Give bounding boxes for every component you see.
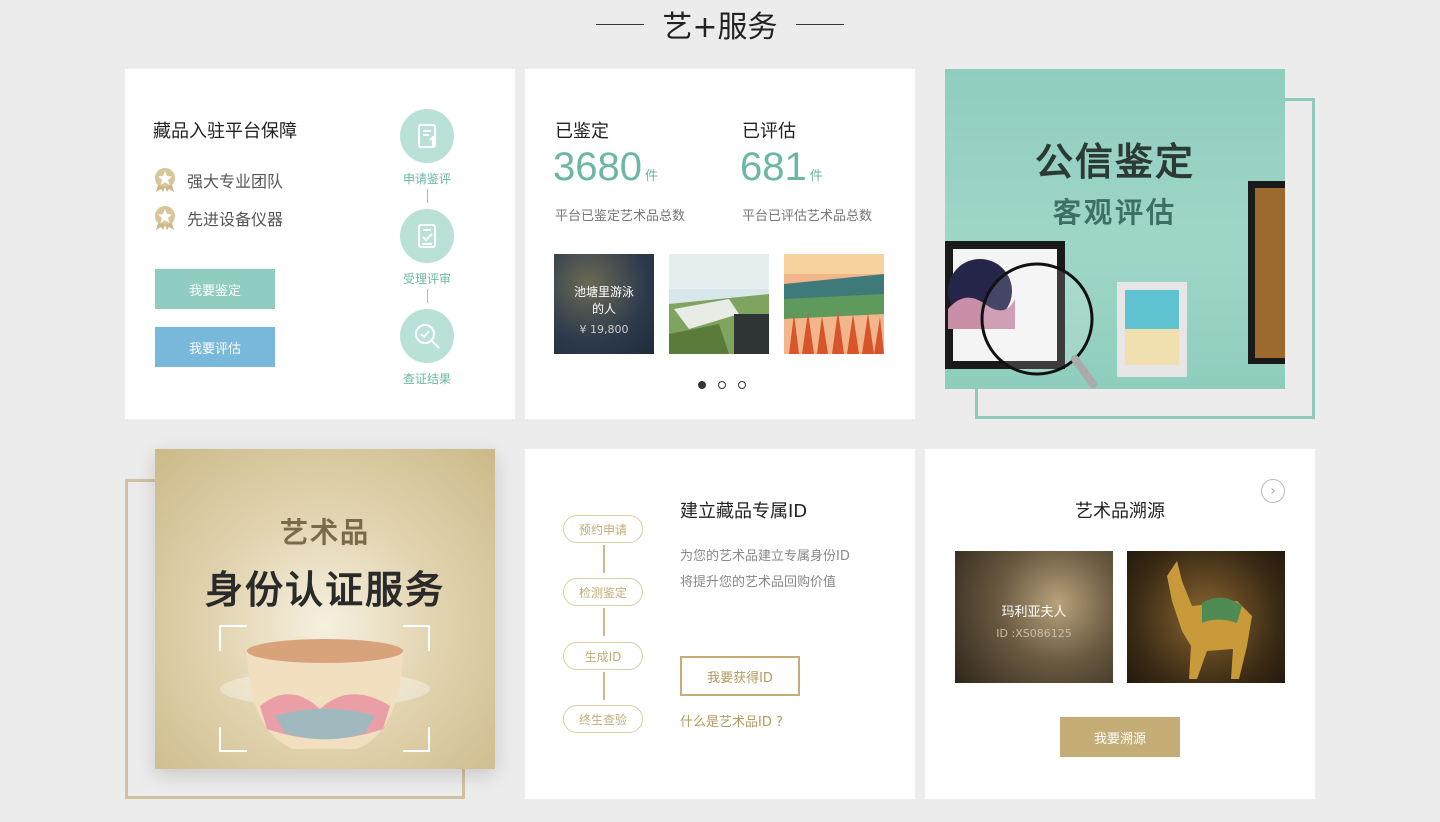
step-pill: 终生查验 [563, 705, 643, 733]
stats-card: 已鉴定 3680 件 平台已鉴定艺术品总数 已评估 681 件 平台已评估艺术品总数… [525, 69, 915, 419]
step-connector [603, 672, 605, 700]
guarantee-title: 藏品入驻平台保障 [153, 121, 297, 142]
evaluated-count: 681 件 [740, 145, 823, 189]
step-label: 申请鉴评 [402, 172, 451, 186]
get-id-button[interactable]: 我要获得ID [680, 656, 800, 696]
appraised-count: 3680 件 [553, 145, 658, 189]
feature-label: 先进设备仪器 [187, 210, 284, 229]
medal-icon [153, 205, 177, 231]
magnifier-illustration [945, 181, 1285, 388]
title-rule-left [596, 23, 645, 25]
provenance-artwork[interactable]: 玛利亚夫人 ID :XS086125 [955, 551, 1113, 683]
feature-item: 强大专业团队 [153, 167, 283, 193]
guarantee-card: 藏品入驻平台保障 强大专业团队 先进设备仪器 我要鉴定 我要评估 申请鉴评 受理… [125, 69, 515, 419]
exclusive-id-title: 建立藏品专属ID [680, 501, 808, 522]
evaluated-label: 已评估 [742, 121, 796, 142]
evaluate-button[interactable]: 我要评估 [155, 327, 275, 367]
verify-result-icon [400, 309, 454, 363]
provenance-title: 艺术品溯源 [1075, 501, 1165, 522]
artwork-thumb[interactable] [669, 254, 769, 354]
carousel-dot[interactable] [738, 381, 746, 389]
step-label: 查证结果 [402, 372, 451, 386]
artwork-title: 池塘里游泳 [573, 285, 634, 299]
identity-banner[interactable]: 艺术品 身份认证服务 [155, 449, 495, 769]
identity-line1: 艺术品 [279, 516, 370, 549]
feature-item: 先进设备仪器 [153, 205, 283, 231]
step-connector [603, 608, 605, 636]
step-label: 受理评审 [402, 272, 451, 286]
exclusive-id-desc: 为您的艺术品建立专属身份ID [680, 549, 850, 564]
provenance-card: 艺术品溯源 › 玛利亚夫人 ID :XS086125 我要溯源 [925, 449, 1315, 799]
feature-label: 强大专业团队 [187, 172, 284, 191]
artwork-thumb[interactable]: 池塘里游泳 的人 ¥ 19,800 [554, 254, 654, 354]
apply-icon [400, 109, 454, 163]
tea-bowl-illustration [219, 625, 430, 752]
artwork-name: 玛利亚夫人 [1001, 605, 1067, 620]
evaluated-desc: 平台已评估艺术品总数 [742, 209, 873, 224]
trace-button[interactable]: 我要溯源 [1060, 717, 1180, 757]
step-connector [603, 545, 605, 573]
appraise-button[interactable]: 我要鉴定 [155, 269, 275, 309]
step-pill: 预约申请 [563, 515, 643, 543]
section-title: 艺+服务 [662, 10, 778, 45]
chevron-right-icon[interactable]: › [1261, 479, 1285, 503]
artwork-thumb[interactable] [784, 254, 884, 354]
what-is-id-link[interactable]: 什么是艺术品ID ? [680, 711, 783, 730]
step-connector [427, 189, 428, 203]
medal-icon [153, 167, 177, 193]
artwork-title: 的人 [591, 302, 616, 316]
carousel-dot[interactable] [718, 381, 726, 389]
promo-banner[interactable]: 公信鉴定 客观评估 [945, 69, 1285, 389]
appraised-desc: 平台已鉴定艺术品总数 [555, 209, 686, 224]
section-header: 艺+服务 [0, 4, 1440, 45]
artwork-price: ¥ 19,800 [579, 323, 629, 336]
title-rule-right [795, 23, 844, 25]
promo-title: 公信鉴定 [1034, 140, 1195, 184]
artwork-id: ID :XS086125 [996, 627, 1072, 640]
step-connector [427, 289, 428, 303]
identity-line2: 身份认证服务 [204, 568, 445, 612]
step-pill: 生成ID [563, 642, 643, 670]
step-pill: 检测鉴定 [563, 578, 643, 606]
appraised-label: 已鉴定 [555, 121, 609, 142]
exclusive-id-card: 预约申请 检测鉴定 生成ID 终生查验 建立藏品专属ID 为您的艺术品建立专属身… [525, 449, 915, 799]
provenance-artwork[interactable] [1127, 551, 1285, 683]
exclusive-id-desc: 将提升您的艺术品回购价值 [680, 575, 837, 590]
carousel-dot[interactable] [698, 381, 706, 389]
review-icon [400, 209, 454, 263]
